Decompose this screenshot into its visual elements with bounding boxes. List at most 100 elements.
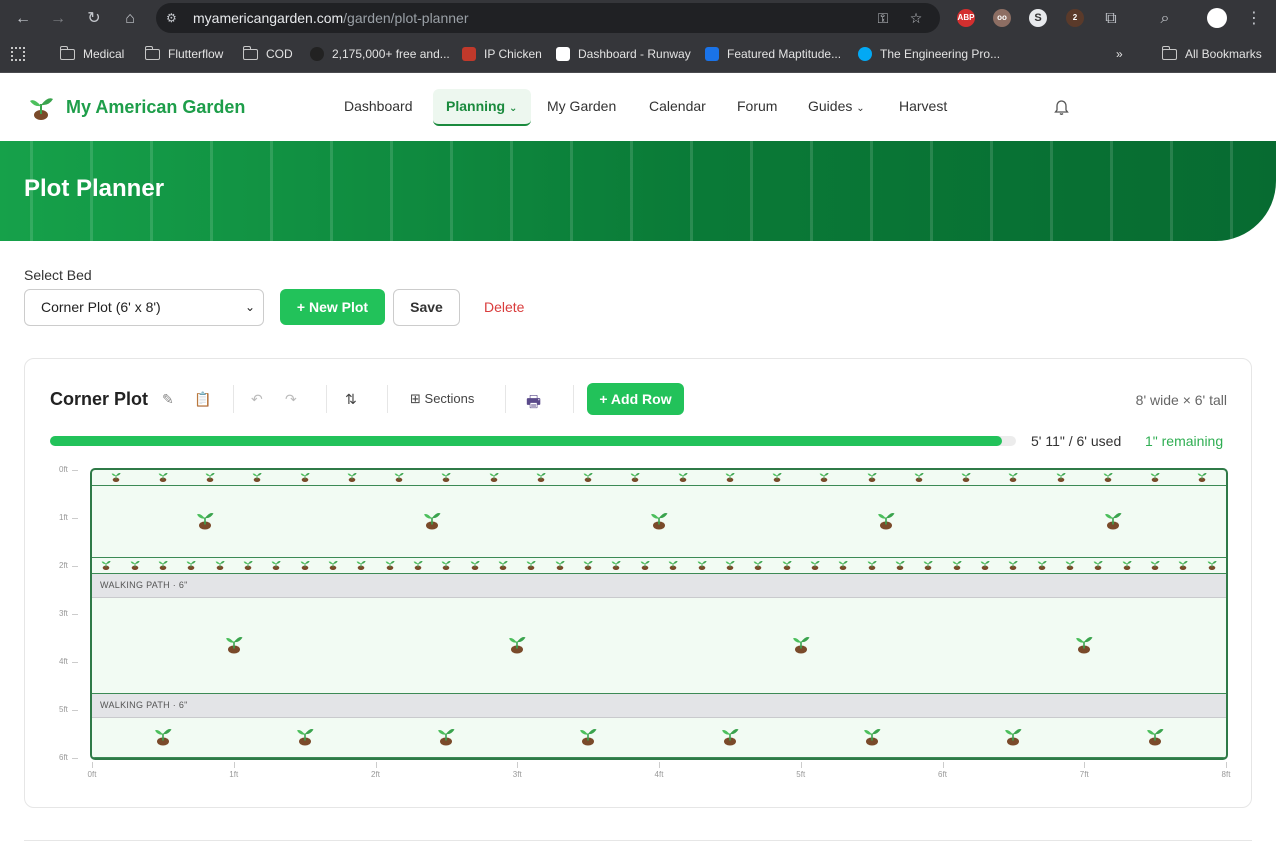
seedling-icon[interactable]: [205, 470, 216, 487]
seedling-icon[interactable]: [894, 557, 905, 575]
seedling-icon[interactable]: [507, 634, 527, 659]
walking-path[interactable]: WALKING PATH · 6": [92, 574, 1226, 598]
seedling-icon[interactable]: [951, 557, 962, 575]
seedling-icon[interactable]: [1145, 726, 1165, 751]
seedling-icon[interactable]: [578, 726, 598, 751]
new-plot-button[interactable]: + New Plot: [280, 289, 385, 325]
extension-owl-icon[interactable]: oo: [993, 9, 1011, 27]
seedling-icon[interactable]: [1008, 470, 1019, 487]
nav-my-garden[interactable]: My Garden: [547, 98, 616, 114]
bookmark-flutterflow[interactable]: Flutterflow: [144, 45, 223, 61]
bookmark-ip-chicken[interactable]: IP Chicken: [462, 47, 542, 61]
seedling-icon[interactable]: [876, 510, 896, 535]
nav-calendar[interactable]: Calendar: [649, 98, 706, 114]
seedling-icon[interactable]: [1093, 557, 1104, 575]
tab-search-icon[interactable]: ⌕: [1154, 8, 1176, 30]
adblock-extension-icon[interactable]: ABP: [957, 9, 975, 27]
password-key-icon[interactable]: ⚿: [874, 10, 892, 26]
browser-menu-icon[interactable]: ⋮: [1243, 8, 1265, 30]
seedling-icon[interactable]: [384, 557, 395, 575]
seedling-icon[interactable]: [1150, 470, 1161, 487]
nav-forum[interactable]: Forum: [737, 98, 777, 114]
seedling-icon[interactable]: [781, 557, 792, 575]
seedling-icon[interactable]: [242, 557, 253, 575]
planting-row[interactable]: [92, 718, 1226, 758]
planting-row[interactable]: [92, 486, 1226, 558]
seedling-icon[interactable]: [649, 510, 669, 535]
apps-grid-icon[interactable]: [11, 47, 25, 61]
extension-s-icon[interactable]: S: [1029, 9, 1047, 27]
walking-path[interactable]: WALKING PATH · 6": [92, 694, 1226, 718]
seedling-icon[interactable]: [356, 557, 367, 575]
seedling-icon[interactable]: [961, 470, 972, 487]
bookmark-maptitude[interactable]: Featured Maptitude...: [705, 47, 841, 61]
seedling-icon[interactable]: [724, 470, 735, 487]
home-icon[interactable]: ⌂: [119, 8, 141, 30]
seedling-icon[interactable]: [394, 470, 405, 487]
seedling-icon[interactable]: [346, 470, 357, 487]
delete-button[interactable]: Delete: [484, 299, 524, 315]
bookmark-engineering[interactable]: The Engineering Pro...: [858, 47, 1000, 61]
bookmark-all[interactable]: All Bookmarks: [1161, 45, 1262, 61]
seedling-icon[interactable]: [923, 557, 934, 575]
extensions-puzzle-icon[interactable]: ⧉: [1100, 8, 1122, 30]
seedling-icon[interactable]: [498, 557, 509, 575]
profile-avatar[interactable]: [1207, 8, 1227, 28]
seedling-icon[interactable]: [252, 470, 263, 487]
seedling-icon[interactable]: [157, 557, 168, 575]
seedling-icon[interactable]: [866, 470, 877, 487]
seedling-icon[interactable]: [1150, 557, 1161, 575]
seedling-icon[interactable]: [436, 726, 456, 751]
seedling-icon[interactable]: [980, 557, 991, 575]
add-row-button[interactable]: + Add Row: [587, 383, 684, 415]
seedling-icon[interactable]: [866, 557, 877, 575]
seedling-icon[interactable]: [153, 726, 173, 751]
nav-guides[interactable]: Guides ⌄: [808, 98, 865, 114]
extension-badge-icon[interactable]: 2: [1066, 9, 1084, 27]
seedling-icon[interactable]: [809, 557, 820, 575]
sections-button[interactable]: ⊞ Sections: [410, 391, 474, 407]
reload-icon[interactable]: ↻: [83, 8, 105, 30]
bookmark-cod[interactable]: COD: [242, 45, 293, 61]
seedling-icon[interactable]: [1102, 470, 1113, 487]
seedling-icon[interactable]: [772, 470, 783, 487]
seedling-icon[interactable]: [129, 557, 140, 575]
save-button[interactable]: Save: [393, 289, 460, 326]
clipboard-icon[interactable]: 📋: [194, 391, 211, 408]
seedling-icon[interactable]: [1055, 470, 1066, 487]
seedling-icon[interactable]: [295, 726, 315, 751]
seedling-icon[interactable]: [157, 470, 168, 487]
seedling-icon[interactable]: [720, 726, 740, 751]
seedling-icon[interactable]: [677, 470, 688, 487]
seedling-icon[interactable]: [271, 557, 282, 575]
seedling-icon[interactable]: [327, 557, 338, 575]
nav-harvest[interactable]: Harvest: [899, 98, 947, 114]
seedling-icon[interactable]: [299, 470, 310, 487]
redo-icon[interactable]: ↷: [285, 391, 297, 408]
seedling-icon[interactable]: [611, 557, 622, 575]
seedling-icon[interactable]: [526, 557, 537, 575]
swap-vertical-icon[interactable]: ⇅: [345, 391, 357, 408]
bookmark-free[interactable]: 2,175,000+ free and...: [310, 47, 450, 61]
seedling-icon[interactable]: [195, 510, 215, 535]
seedling-icon[interactable]: [1206, 557, 1217, 575]
seedling-icon[interactable]: [696, 557, 707, 575]
seedling-icon[interactable]: [583, 470, 594, 487]
seedling-icon[interactable]: [441, 557, 452, 575]
seedling-icon[interactable]: [1036, 557, 1047, 575]
seedling-icon[interactable]: [214, 557, 225, 575]
seedling-icon[interactable]: [413, 557, 424, 575]
nav-dashboard[interactable]: Dashboard: [344, 98, 413, 114]
seedling-icon[interactable]: [469, 557, 480, 575]
seedling-icon[interactable]: [186, 557, 197, 575]
seedling-icon[interactable]: [1003, 726, 1023, 751]
plot-grid[interactable]: WALKING PATH · 6" WALKING PATH · 6": [90, 468, 1228, 760]
seedling-icon[interactable]: [630, 470, 641, 487]
seedling-icon[interactable]: [913, 470, 924, 487]
seedling-icon[interactable]: [535, 470, 546, 487]
seedling-icon[interactable]: [724, 557, 735, 575]
undo-icon[interactable]: ↶: [251, 391, 263, 408]
forward-icon[interactable]: →: [47, 8, 69, 30]
seedling-icon[interactable]: [583, 557, 594, 575]
bookmark-star-icon[interactable]: ☆: [907, 10, 925, 26]
